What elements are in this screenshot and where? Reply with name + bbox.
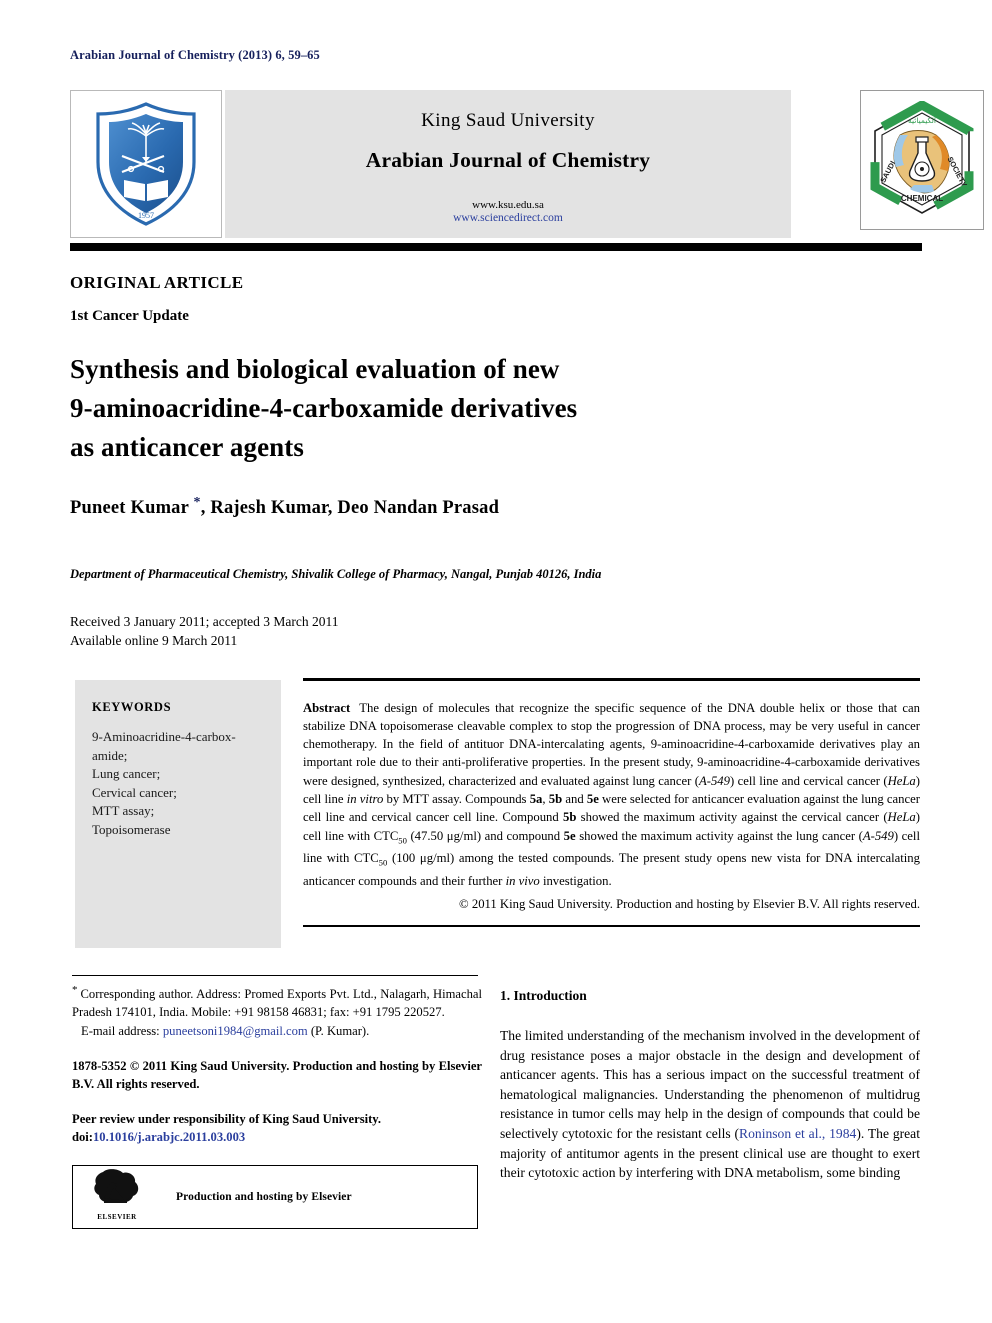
introduction-body: The limited understanding of the mechani…	[500, 1026, 920, 1183]
abstract-p14: investigation.	[539, 874, 612, 889]
doi-line: doi:10.1016/j.arabjc.2011.03.003	[72, 1129, 482, 1147]
doi-link[interactable]: 10.1016/j.arabjc.2011.03.003	[93, 1130, 245, 1144]
cell-line-a549: A-549	[698, 773, 730, 788]
article-section-label: 1st Cancer Update	[70, 308, 189, 324]
abstract-p6: and	[562, 791, 587, 806]
abstract-p8: showed the maximum activity against the …	[576, 810, 888, 825]
ctc50-subscript-second: 50	[378, 857, 388, 868]
keywords-list: 9-Aminoacridine-4-carbox- amide; Lung ca…	[92, 728, 272, 839]
compound-5b: 5b	[548, 791, 563, 806]
keyword-item: 9-Aminoacridine-4-carbox-	[92, 729, 236, 744]
elsevier-hosting-banner: ELSEVIER Production and hosting by Elsev…	[72, 1165, 478, 1230]
abstract-bottom-rule	[303, 924, 920, 927]
abstract-p4: by MTT assay. Compounds	[383, 791, 530, 806]
abstract-copyright: © 2011 King Saud University. Production …	[459, 896, 920, 911]
compound-5a: 5a	[529, 791, 543, 806]
email-label: E-mail address:	[81, 1024, 160, 1039]
corresponding-author-text: Corresponding author. Address: Promed Ex…	[72, 987, 482, 1019]
abstract-top-rule	[303, 678, 920, 681]
author-primary: Puneet Kumar	[70, 498, 194, 519]
email-suffix: (P. Kumar).	[310, 1024, 370, 1039]
scs-label-chemical: CHEMICAL	[901, 194, 943, 203]
elsevier-banner-text: Production and hosting by Elsevier	[176, 1190, 352, 1203]
title-line-3: as anticancer agents	[70, 432, 304, 462]
article-page: Arabian Journal of Chemistry (2013) 6, 5…	[0, 0, 992, 1323]
intro-text-before-citation: The limited understanding of the mechani…	[500, 1028, 920, 1141]
abstract-section: Abstract The design of molecules that rec…	[303, 678, 920, 927]
compound-5e: 5e	[586, 791, 599, 806]
footnote-star-marker: *	[72, 984, 78, 996]
elsevier-wordmark: ELSEVIER	[97, 1213, 137, 1222]
keyword-item: Cervical cancer;	[92, 784, 177, 800]
journal-name: Arabian Journal of Chemistry	[365, 148, 651, 172]
ksu-url[interactable]: www.ksu.edu.sa	[225, 199, 791, 211]
section-heading-introduction: 1. Introduction	[500, 988, 587, 1003]
journal-masthead: 1957 King Saud University Arabian Journa…	[70, 90, 984, 238]
ksu-logo-year: 1957	[138, 211, 154, 220]
king-saud-university-logo: 1957	[70, 90, 222, 238]
title-line-1: Synthesis and biological evaluation of n…	[70, 354, 560, 384]
received-date: Received 3 January 2011; accepted 3 Marc…	[70, 614, 339, 629]
title-line-2: 9-aminoacridine-4-carboxamide derivative…	[70, 393, 578, 423]
keyword-item: Topoisomerase	[92, 821, 171, 837]
elsevier-logo: ELSEVIER	[86, 1168, 148, 1227]
authors-rest: , Rajesh Kumar, Deo Nandan Prasad	[200, 498, 500, 519]
abstract-p11: showed the maximum activity against the …	[575, 828, 863, 843]
scs-hexagon-icon: الكيميائية CHEMICAL SAUDI SOCIETY	[870, 101, 974, 219]
email-link[interactable]: puneetsoni1984@gmail.com	[163, 1024, 308, 1038]
corresponding-author-note: * Corresponding author. Address: Promed E…	[72, 982, 482, 1021]
footnote-rule	[72, 975, 478, 976]
ctc50-subscript: 50	[398, 835, 407, 846]
sciencedirect-url[interactable]: www.sciencedirect.com	[225, 212, 791, 224]
saudi-chemical-society-logo: الكيميائية CHEMICAL SAUDI SOCIETY	[860, 90, 984, 230]
abstract-label: Abstract	[303, 700, 351, 715]
abstract-p2: ) cell line and cervical cancer (	[729, 773, 888, 788]
scs-arabic-label: الكيميائية	[908, 116, 936, 125]
in-vitro-term: in vitro	[346, 791, 384, 806]
citation-link[interactable]: Roninson et al., 1984	[739, 1126, 856, 1141]
issn-copyright-line: 1878-5352 © 2011 King Saud University. P…	[72, 1058, 482, 1091]
publisher-name: King Saud University	[421, 110, 595, 131]
keywords-heading: KEYWORDS	[92, 700, 172, 714]
corresponding-author-marker: *	[193, 495, 201, 510]
keywords-box: KEYWORDS 9-Aminoacridine-4-carbox- amide…	[75, 680, 281, 948]
running-head: Arabian Journal of Chemistry (2013) 6, 5…	[70, 48, 320, 62]
ksu-shield-icon: 1957	[96, 102, 196, 226]
journal-title-box: King Saud University Arabian Journal of …	[225, 90, 791, 238]
keyword-item: MTT assay;	[92, 803, 155, 818]
compound-5e-second: 5e	[563, 828, 576, 843]
in-vivo-term: in vivo	[505, 874, 540, 889]
elsevier-tree-icon	[94, 1169, 139, 1204]
keyword-item: amide;	[92, 747, 128, 763]
article-type-kicker: ORIGINAL ARTICLE	[70, 273, 244, 292]
email-line: E-mail address: puneetsoni1984@gmail.com…	[72, 1023, 482, 1041]
introduction-column: 1. Introduction The limited understandin…	[500, 988, 920, 1183]
page-title: Synthesis and biological evaluation of n…	[70, 350, 750, 467]
cell-line-hela: HeLa	[887, 773, 916, 788]
author-list: Puneet Kumar *, Rajesh Kumar, Deo Nandan…	[70, 495, 499, 519]
cell-line-hela-second: HeLa	[887, 810, 916, 825]
abstract-text: Abstract The design of molecules that rec…	[303, 699, 920, 891]
peer-review-line: Peer review under responsibility of King…	[72, 1112, 382, 1127]
compound-5b-second: 5b	[563, 810, 577, 825]
affiliation: Department of Pharmaceutical Chemistry, …	[70, 567, 602, 581]
available-online-date: Available online 9 March 2011	[70, 633, 238, 648]
masthead-divider	[70, 243, 922, 251]
cell-line-a549-second: A-549	[862, 828, 894, 843]
keyword-item: Lung cancer;	[92, 766, 161, 781]
doi-label: doi:	[72, 1129, 93, 1144]
abstract-p10: (47.50 μg/ml) and compound	[406, 828, 564, 843]
article-dates: Received 3 January 2011; accepted 3 Marc…	[70, 612, 339, 650]
footnotes-column: * Corresponding author. Address: Promed E…	[72, 975, 482, 1230]
